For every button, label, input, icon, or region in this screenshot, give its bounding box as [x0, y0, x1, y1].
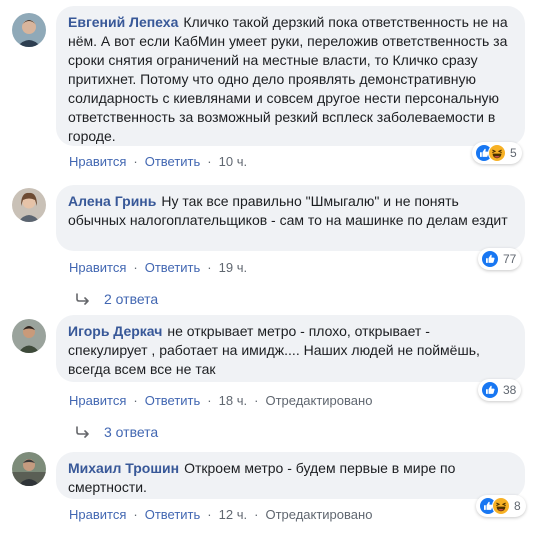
comment-actions: Нравится · Ответить · 18 ч. · Отредактировано — [69, 393, 372, 408]
reaction-summary[interactable]: 8 — [476, 495, 526, 517]
reaction-summary[interactable]: 77 — [478, 248, 522, 270]
avatar[interactable] — [12, 319, 46, 353]
separator-dot: · — [133, 154, 138, 169]
edited-label: Отредактировано — [265, 393, 373, 408]
comment-timestamp[interactable]: 18 ч. — [219, 393, 247, 408]
avatar[interactable] — [12, 452, 46, 486]
comment-bubble: Игорь Деркач не открывает метро - плохо, … — [56, 315, 525, 382]
reaction-count: 77 — [503, 252, 517, 266]
separator-dot: · — [133, 393, 138, 408]
comment-actions: Нравится · Ответить · 12 ч. · Отредактировано — [69, 507, 372, 522]
comment-timestamp[interactable]: 10 ч. — [219, 154, 247, 169]
separator-dot: · — [133, 260, 138, 275]
haha-icon — [488, 144, 506, 162]
reply-button[interactable]: Ответить — [145, 507, 201, 522]
reaction-count: 38 — [503, 383, 517, 397]
comment-author[interactable]: Игорь Деркач — [68, 323, 162, 339]
haha-icon — [492, 497, 510, 515]
like-icon — [481, 381, 499, 399]
comment-text: Кличко такой дерзкий пока ответственност… — [68, 14, 508, 144]
comment-author[interactable]: Евгений Лепеха — [68, 14, 178, 30]
reply-button[interactable]: Ответить — [145, 393, 201, 408]
like-button[interactable]: Нравится — [69, 260, 126, 275]
separator-dot: · — [207, 154, 212, 169]
separator-dot: · — [133, 507, 138, 522]
comment-actions: Нравится · Ответить · 19 ч. — [69, 260, 247, 275]
comment-bubble: Алена Гринь Ну так все правильно "Шмыгалю… — [56, 185, 525, 251]
comment-author[interactable]: Алена Гринь — [68, 193, 156, 209]
like-button[interactable]: Нравится — [69, 507, 126, 522]
comment-bubble: Михаил Трошин Откроем метро - будем первы… — [56, 452, 525, 499]
view-replies-link[interactable]: 2 ответа — [76, 291, 158, 307]
separator-dot: · — [254, 393, 259, 408]
separator-dot: · — [254, 507, 259, 522]
reaction-summary[interactable]: 38 — [478, 379, 522, 401]
like-button[interactable]: Нравится — [69, 154, 126, 169]
separator-dot: · — [207, 393, 212, 408]
separator-dot: · — [207, 260, 212, 275]
replies-count-label: 2 ответа — [104, 291, 159, 307]
separator-dot: · — [207, 507, 212, 522]
reply-button[interactable]: Ответить — [145, 260, 201, 275]
reply-button[interactable]: Ответить — [145, 154, 201, 169]
comment-author[interactable]: Михаил Трошин — [68, 460, 179, 476]
comment-actions: Нравится · Ответить · 10 ч. — [69, 154, 247, 169]
like-button[interactable]: Нравится — [69, 393, 126, 408]
reaction-count: 8 — [514, 499, 521, 513]
comment-timestamp[interactable]: 19 ч. — [219, 260, 247, 275]
view-replies-link[interactable]: 3 ответа — [76, 424, 158, 440]
replies-count-label: 3 ответа — [104, 424, 159, 440]
comment-timestamp[interactable]: 12 ч. — [219, 507, 247, 522]
comment-bubble: Евгений Лепеха Кличко такой дерзкий пока … — [56, 6, 525, 146]
reply-arrow-icon — [76, 293, 89, 305]
reaction-summary[interactable]: 5 — [472, 142, 522, 164]
like-icon — [481, 250, 499, 268]
edited-label: Отредактировано — [265, 507, 373, 522]
reaction-count: 5 — [510, 146, 517, 160]
reply-arrow-icon — [76, 426, 89, 438]
avatar[interactable] — [12, 13, 46, 47]
avatar[interactable] — [12, 188, 46, 222]
